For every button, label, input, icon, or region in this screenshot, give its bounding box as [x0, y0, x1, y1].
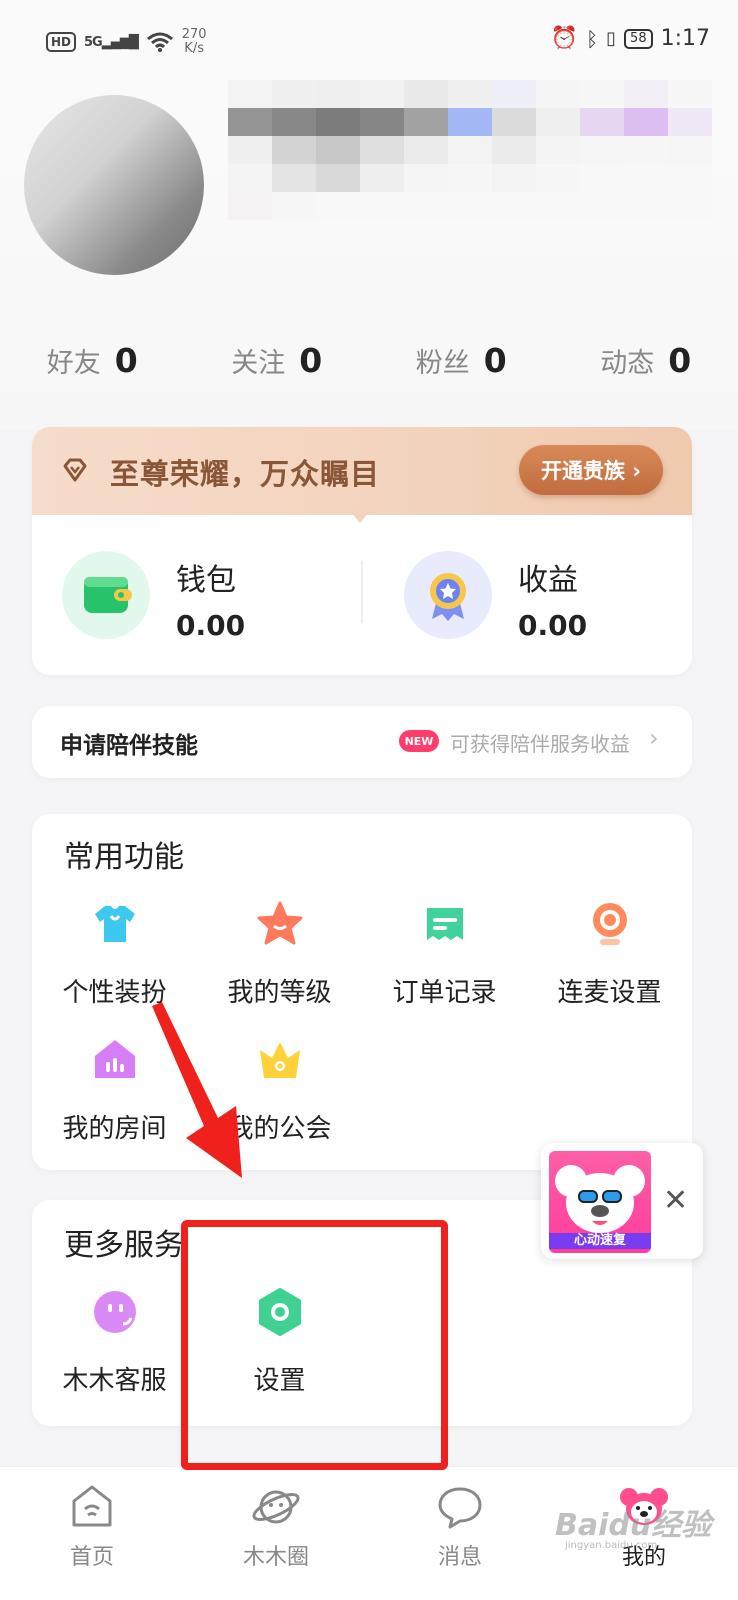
blurred-profile-info — [228, 80, 712, 220]
bluetooth-icon: ᛒ — [586, 26, 599, 51]
stat-label: 好友 — [46, 347, 101, 379]
tutorial-arrow — [152, 1002, 242, 1178]
webcam-icon — [592, 903, 627, 945]
tab-label: 木木圈 — [242, 1545, 309, 1570]
message-icon — [438, 1487, 482, 1529]
star-icon — [257, 901, 302, 945]
stat-label: 动态 — [600, 347, 655, 379]
new-badge: NEW — [399, 730, 439, 752]
status-time: 1:17 — [660, 26, 710, 51]
menu-item-label: 木木客服 — [62, 1366, 167, 1396]
stat-label: 粉丝 — [415, 347, 470, 379]
menu-item-label: 连麦设置 — [557, 978, 662, 1008]
stat-value: 0 — [299, 340, 323, 380]
tab-home[interactable]: 首页 — [0, 1481, 184, 1571]
stat-friends[interactable]: 好友 0 — [0, 325, 185, 395]
menu-item-orders[interactable]: 订单记录 — [362, 898, 527, 1009]
income-title[interactable]: 收益 — [518, 555, 578, 599]
home-icon — [72, 1485, 112, 1527]
watermark: Baidu经验 — [555, 1508, 712, 1543]
stat-posts[interactable]: 动态 0 — [554, 325, 738, 395]
ad-caption: 心动速复 — [549, 1233, 651, 1249]
tab-label: 消息 — [437, 1545, 482, 1570]
chevron-right-icon: › — [649, 724, 659, 752]
tab-messages[interactable]: 消息 — [368, 1481, 552, 1571]
open-vip-button[interactable]: 开通贵族 › — [519, 445, 663, 495]
room-icon — [94, 1040, 135, 1078]
banner-notch — [350, 511, 370, 523]
signal-icon: 5G▂▄▆█ — [84, 34, 139, 50]
watermark-url: jingyan.baidu.com — [565, 1540, 658, 1551]
menu-item-label: 订单记录 — [392, 978, 497, 1008]
planet-icon — [252, 1490, 300, 1524]
network-speed: 270 K/s — [181, 27, 207, 56]
battery-indicator: 58 — [624, 28, 653, 49]
medal-icon[interactable] — [404, 551, 492, 639]
menu-item-mic-settings[interactable]: 连麦设置 — [527, 898, 692, 1009]
wallet-title[interactable]: 钱包 — [176, 555, 236, 599]
section-title: 常用功能 — [64, 840, 184, 875]
diamond-icon — [63, 458, 87, 482]
menu-item-dress-up[interactable]: 个性装扮 — [32, 898, 197, 1009]
alarm-icon: ⏰ — [550, 26, 579, 51]
companion-title: 申请陪伴技能 — [60, 733, 198, 759]
stat-value: 0 — [114, 340, 138, 380]
wifi-icon — [146, 32, 173, 52]
apply-companion-skill-row[interactable]: 申请陪伴技能 NEW 可获得陪伴服务收益 › — [32, 706, 692, 778]
highlight-box — [181, 1220, 448, 1470]
tab-circle[interactable]: 木木圈 — [184, 1481, 368, 1571]
menu-item-my-level[interactable]: 我的等级 — [197, 898, 362, 1009]
status-bar: HD 5G▂▄▆█ 270 K/s ⏰ ᛒ ▯ 58 1:17 — [0, 22, 738, 62]
vip-slogan: 至尊荣耀，万众瞩目 — [110, 457, 381, 491]
wallet-icon[interactable] — [62, 551, 150, 639]
avatar[interactable] — [24, 95, 204, 275]
profile-stats: 好友 0 关注 0 粉丝 0 动态 0 — [0, 325, 738, 395]
smiley-icon — [93, 1291, 136, 1333]
network-type: 5G — [84, 34, 103, 50]
stat-value: 0 — [668, 340, 692, 380]
section-title: 更多服务 — [64, 1228, 184, 1263]
menu-item-customer-service[interactable]: 木木客服 — [32, 1286, 197, 1397]
close-icon[interactable]: ✕ — [663, 1183, 688, 1218]
stat-value: 0 — [483, 340, 507, 380]
order-icon — [426, 908, 463, 940]
vip-banner[interactable]: 至尊荣耀，万众瞩目 开通贵族 › — [32, 427, 692, 515]
wallet-balance: 0.00 — [176, 609, 246, 642]
income-balance: 0.00 — [518, 609, 588, 642]
stat-fans[interactable]: 粉丝 0 — [369, 325, 554, 395]
divider — [361, 561, 363, 623]
hd-badge: HD — [46, 32, 77, 52]
stat-label: 关注 — [231, 347, 286, 379]
companion-subtitle: 可获得陪伴服务收益 — [450, 732, 630, 756]
vip-wallet-card: 至尊荣耀，万众瞩目 开通贵族 › 钱包 0.00 收益 0.00 — [32, 427, 692, 675]
tshirt-icon — [94, 906, 135, 942]
koala-ad-image[interactable]: 心动速复 — [549, 1151, 651, 1253]
floating-ad[interactable]: 心动速复 ✕ — [541, 1143, 703, 1259]
vibrate-icon: ▯ — [606, 28, 617, 49]
stat-following[interactable]: 关注 0 — [185, 325, 370, 395]
tab-label: 首页 — [69, 1545, 114, 1570]
common-functions-card: 常用功能 个性装扮 我的等级 订单记录 连麦设置 我的房间 我的公会 — [32, 814, 692, 1170]
